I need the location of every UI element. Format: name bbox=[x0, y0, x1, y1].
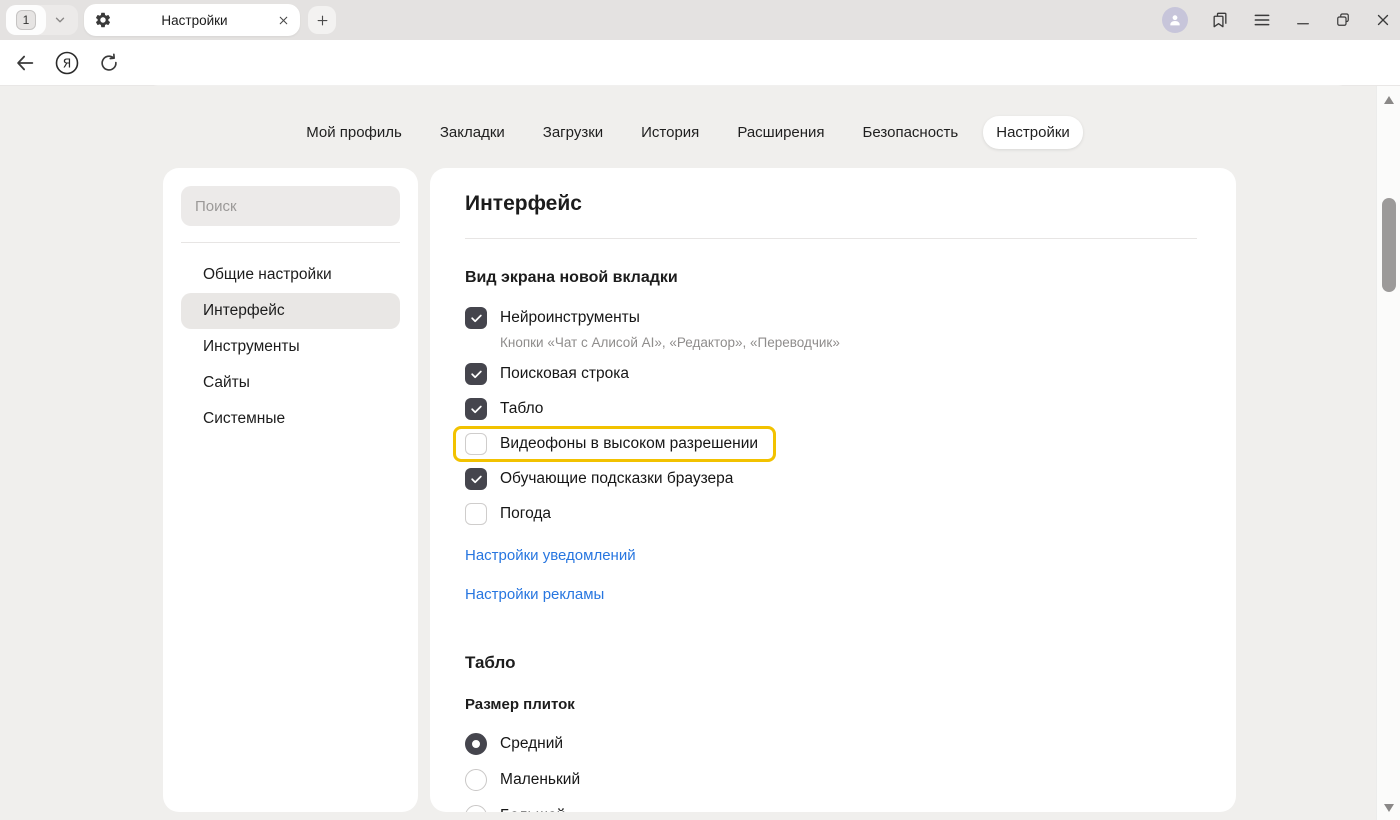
checkbox-label: Обучающие подсказки браузера bbox=[500, 470, 733, 488]
radio-unselected-icon[interactable] bbox=[465, 769, 487, 791]
window-controls bbox=[1162, 0, 1392, 40]
checkbox-checked-icon[interactable] bbox=[465, 468, 487, 490]
checkbox-checked-icon[interactable] bbox=[465, 398, 487, 420]
subsection-heading-tile-size: Размер плиток bbox=[465, 696, 1197, 713]
settings-main-panel: Интерфейс Вид экрана новой вкладки Нейро… bbox=[430, 168, 1236, 812]
radio-selected-icon[interactable] bbox=[465, 733, 487, 755]
radio-label: Средний bbox=[500, 735, 563, 753]
checkbox-row-tableau[interactable]: Табло bbox=[465, 398, 1197, 420]
link-ads-settings[interactable]: Настройки рекламы bbox=[465, 586, 604, 603]
scroll-down-icon[interactable] bbox=[1377, 798, 1400, 818]
checkbox-row-videobackgrounds[interactable]: Видеофоны в высоком разрешении bbox=[465, 433, 758, 455]
page-title: Интерфейс bbox=[465, 192, 1197, 216]
radio-list: Средний Маленький Большой bbox=[465, 733, 1197, 812]
highlight-box: Видеофоны в высоком разрешении bbox=[453, 426, 776, 462]
nav-tab-security[interactable]: Безопасность bbox=[850, 116, 972, 149]
nav-tab-bookmarks[interactable]: Закладки bbox=[427, 116, 518, 149]
reload-icon[interactable] bbox=[98, 52, 120, 74]
radio-row-large[interactable]: Большой bbox=[465, 805, 1197, 812]
tab-count: 1 bbox=[16, 10, 36, 30]
toolbar: Я settings Настройки bbox=[0, 40, 1400, 86]
checkbox-subtitle: Кнопки «Чат с Алисой AI», «Редактор», «П… bbox=[500, 335, 1197, 350]
link-notification-settings[interactable]: Настройки уведомлений bbox=[465, 547, 636, 564]
restore-window-icon[interactable] bbox=[1334, 11, 1352, 29]
sidebar-divider bbox=[181, 242, 400, 243]
tab-list-chevron-down-icon[interactable] bbox=[46, 6, 74, 34]
menu-icon[interactable] bbox=[1252, 10, 1272, 30]
section-heading-tableau: Табло bbox=[465, 653, 1197, 673]
close-window-icon[interactable] bbox=[1374, 11, 1392, 29]
minimize-icon[interactable] bbox=[1294, 11, 1312, 29]
nav-tab-profile[interactable]: Мой профиль bbox=[293, 116, 415, 149]
browser-tab-settings[interactable]: Настройки bbox=[84, 4, 300, 36]
radio-label: Большой bbox=[500, 807, 565, 812]
checkbox-row-neurotools[interactable]: Нейроинструменты bbox=[465, 307, 1197, 329]
sidebar-item-system[interactable]: Системные bbox=[181, 401, 400, 437]
yandex-logo-icon[interactable]: Я bbox=[54, 50, 80, 76]
sidebar-item-interface[interactable]: Интерфейс bbox=[181, 293, 400, 329]
checkbox-row-searchbar[interactable]: Поисковая строка bbox=[465, 363, 1197, 385]
checkbox-label: Табло bbox=[500, 400, 543, 418]
browser-window: 1 Настройки bbox=[0, 0, 1400, 820]
sidebar-list: Общие настройки Интерфейс Инструменты Са… bbox=[163, 257, 418, 437]
sidebar-item-tools[interactable]: Инструменты bbox=[181, 329, 400, 365]
new-tab-button[interactable] bbox=[308, 6, 336, 34]
scroll-up-icon[interactable] bbox=[1377, 90, 1400, 110]
nav-tab-history[interactable]: История bbox=[628, 116, 712, 149]
checkbox-checked-icon[interactable] bbox=[465, 363, 487, 385]
tab-counter-button[interactable]: 1 bbox=[6, 5, 46, 35]
svg-text:Я: Я bbox=[63, 55, 72, 70]
checkbox-label: Видеофоны в высоком разрешении bbox=[500, 435, 758, 453]
scrollbar-thumb[interactable] bbox=[1382, 198, 1396, 292]
title-divider bbox=[465, 238, 1197, 239]
checkbox-unchecked-icon[interactable] bbox=[465, 433, 487, 455]
sidebar-item-sites[interactable]: Сайты bbox=[181, 365, 400, 401]
settings-page: Мой профиль Закладки Загрузки История Ра… bbox=[0, 86, 1400, 820]
tab-close-icon[interactable] bbox=[277, 14, 290, 27]
nav-tab-settings[interactable]: Настройки bbox=[983, 116, 1083, 149]
checkbox-label: Погода bbox=[500, 505, 551, 523]
page-scrollbar[interactable] bbox=[1376, 86, 1400, 820]
tab-bar: 1 Настройки bbox=[0, 0, 1400, 40]
checkbox-label: Поисковая строка bbox=[500, 365, 629, 383]
back-icon[interactable] bbox=[14, 52, 36, 74]
radio-label: Маленький bbox=[500, 771, 580, 789]
tab-counter-group: 1 bbox=[6, 5, 78, 35]
sidebar-item-general[interactable]: Общие настройки bbox=[181, 257, 400, 293]
nav-tab-extensions[interactable]: Расширения bbox=[724, 116, 837, 149]
gear-icon bbox=[94, 11, 112, 29]
nav-tab-downloads[interactable]: Загрузки bbox=[530, 116, 616, 149]
checkbox-row-weather[interactable]: Погода bbox=[465, 503, 1197, 525]
checkbox-label: Нейроинструменты bbox=[500, 309, 640, 327]
radio-row-small[interactable]: Маленький bbox=[465, 769, 1197, 791]
settings-nav: Мой профиль Закладки Загрузки История Ра… bbox=[0, 116, 1376, 149]
checkbox-row-hints[interactable]: Обучающие подсказки браузера bbox=[465, 468, 1197, 490]
radio-unselected-icon[interactable] bbox=[465, 805, 487, 812]
profile-avatar[interactable] bbox=[1162, 7, 1188, 33]
radio-row-medium[interactable]: Средний bbox=[465, 733, 1197, 755]
checkbox-checked-icon[interactable] bbox=[465, 307, 487, 329]
collections-bookmarks-icon[interactable] bbox=[1210, 10, 1230, 30]
section-heading-newtab: Вид экрана новой вкладки bbox=[465, 269, 1197, 287]
tab-title: Настройки bbox=[112, 13, 277, 28]
checkbox-unchecked-icon[interactable] bbox=[465, 503, 487, 525]
settings-sidebar: Общие настройки Интерфейс Инструменты Са… bbox=[163, 168, 418, 812]
checkbox-list: Нейроинструменты Кнопки «Чат с Алисой AI… bbox=[465, 307, 1197, 525]
search-input[interactable] bbox=[181, 186, 400, 226]
